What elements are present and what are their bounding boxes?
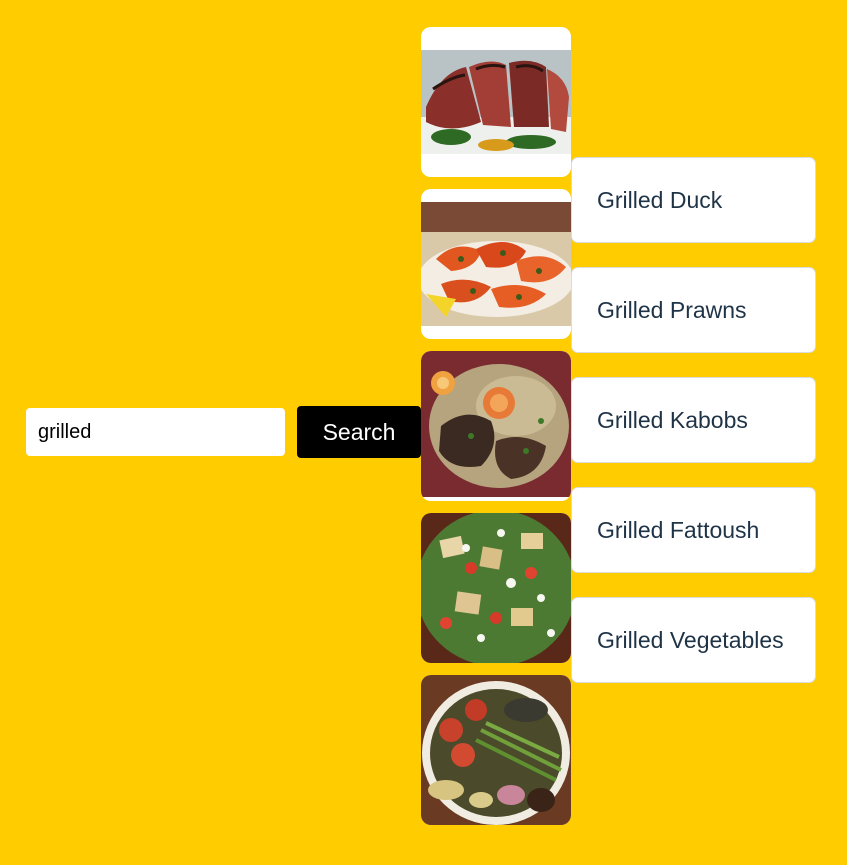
result-thumbnail-fattoush[interactable] [421, 513, 571, 663]
result-item-grilled-duck[interactable]: Grilled Duck [571, 157, 816, 243]
result-item-grilled-fattoush[interactable]: Grilled Fattoush [571, 487, 816, 573]
result-thumbnail-kabobs[interactable] [421, 351, 571, 501]
result-item-label: Grilled Kabobs [597, 406, 748, 433]
result-thumbnail-prawns[interactable] [421, 189, 571, 339]
result-item-grilled-kabobs[interactable]: Grilled Kabobs [571, 377, 816, 463]
result-item-label: Grilled Prawns [597, 296, 747, 323]
result-item-label: Grilled Vegetables [597, 626, 784, 653]
result-thumbnail-duck[interactable] [421, 27, 571, 177]
search-button[interactable]: Search [297, 406, 421, 458]
search-input[interactable] [26, 408, 285, 456]
result-item-grilled-vegetables[interactable]: Grilled Vegetables [571, 597, 816, 683]
result-thumbnail-vegetables[interactable] [421, 675, 571, 825]
result-item-label: Grilled Fattoush [597, 516, 760, 543]
result-item-label: Grilled Duck [597, 186, 723, 213]
result-item-grilled-prawns[interactable]: Grilled Prawns [571, 267, 816, 353]
